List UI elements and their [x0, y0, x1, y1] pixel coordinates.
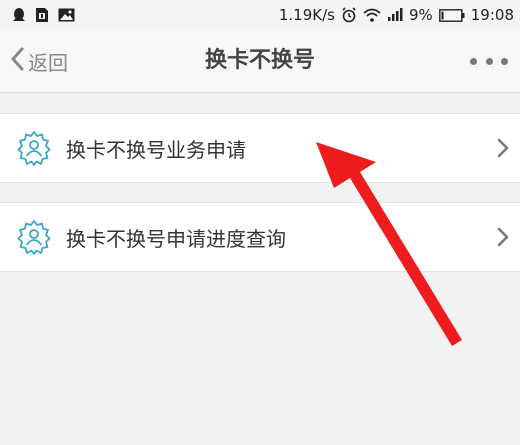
- status-bar: 1.19K/s 9% 19:08: [0, 0, 520, 30]
- gear-person-icon: [16, 130, 52, 166]
- list-item-label: 换卡不换号业务申请: [66, 137, 246, 162]
- wifi-icon: [363, 8, 381, 22]
- back-chevron-icon: [10, 47, 28, 76]
- navigation-bar: 换卡不换号 返回: [0, 30, 520, 93]
- signal-icon: [387, 8, 403, 22]
- page-title: 换卡不换号: [204, 48, 315, 73]
- more-icon-dot: [485, 57, 493, 65]
- more-button[interactable]: [470, 52, 508, 70]
- chevron-right-icon: [496, 138, 510, 158]
- list-item-card-replacement-apply[interactable]: 换卡不换号业务申请: [0, 113, 520, 183]
- gear-person-icon: [16, 219, 52, 255]
- list-item-progress-query[interactable]: 换卡不换号申请进度查询: [0, 202, 520, 272]
- network-speed: 1.19K/s: [278, 6, 335, 24]
- alarm-icon: [341, 7, 357, 23]
- sim-icon: [35, 7, 49, 23]
- list-item-label: 换卡不换号申请进度查询: [66, 226, 286, 251]
- status-right: 1.19K/s 9% 19:08: [279, 6, 520, 24]
- more-icon-dot: [501, 57, 508, 65]
- chevron-right-icon: [496, 227, 510, 247]
- battery-icon: [438, 8, 465, 22]
- status-left-icons: [0, 7, 75, 23]
- qq-icon: [12, 7, 26, 23]
- back-button[interactable]: 返回: [10, 44, 68, 78]
- more-icon-dot: [470, 57, 477, 65]
- image-icon: [58, 8, 75, 22]
- clock: 19:08: [470, 6, 514, 24]
- battery-percent: 9%: [408, 6, 433, 24]
- back-label: 返回: [28, 50, 68, 75]
